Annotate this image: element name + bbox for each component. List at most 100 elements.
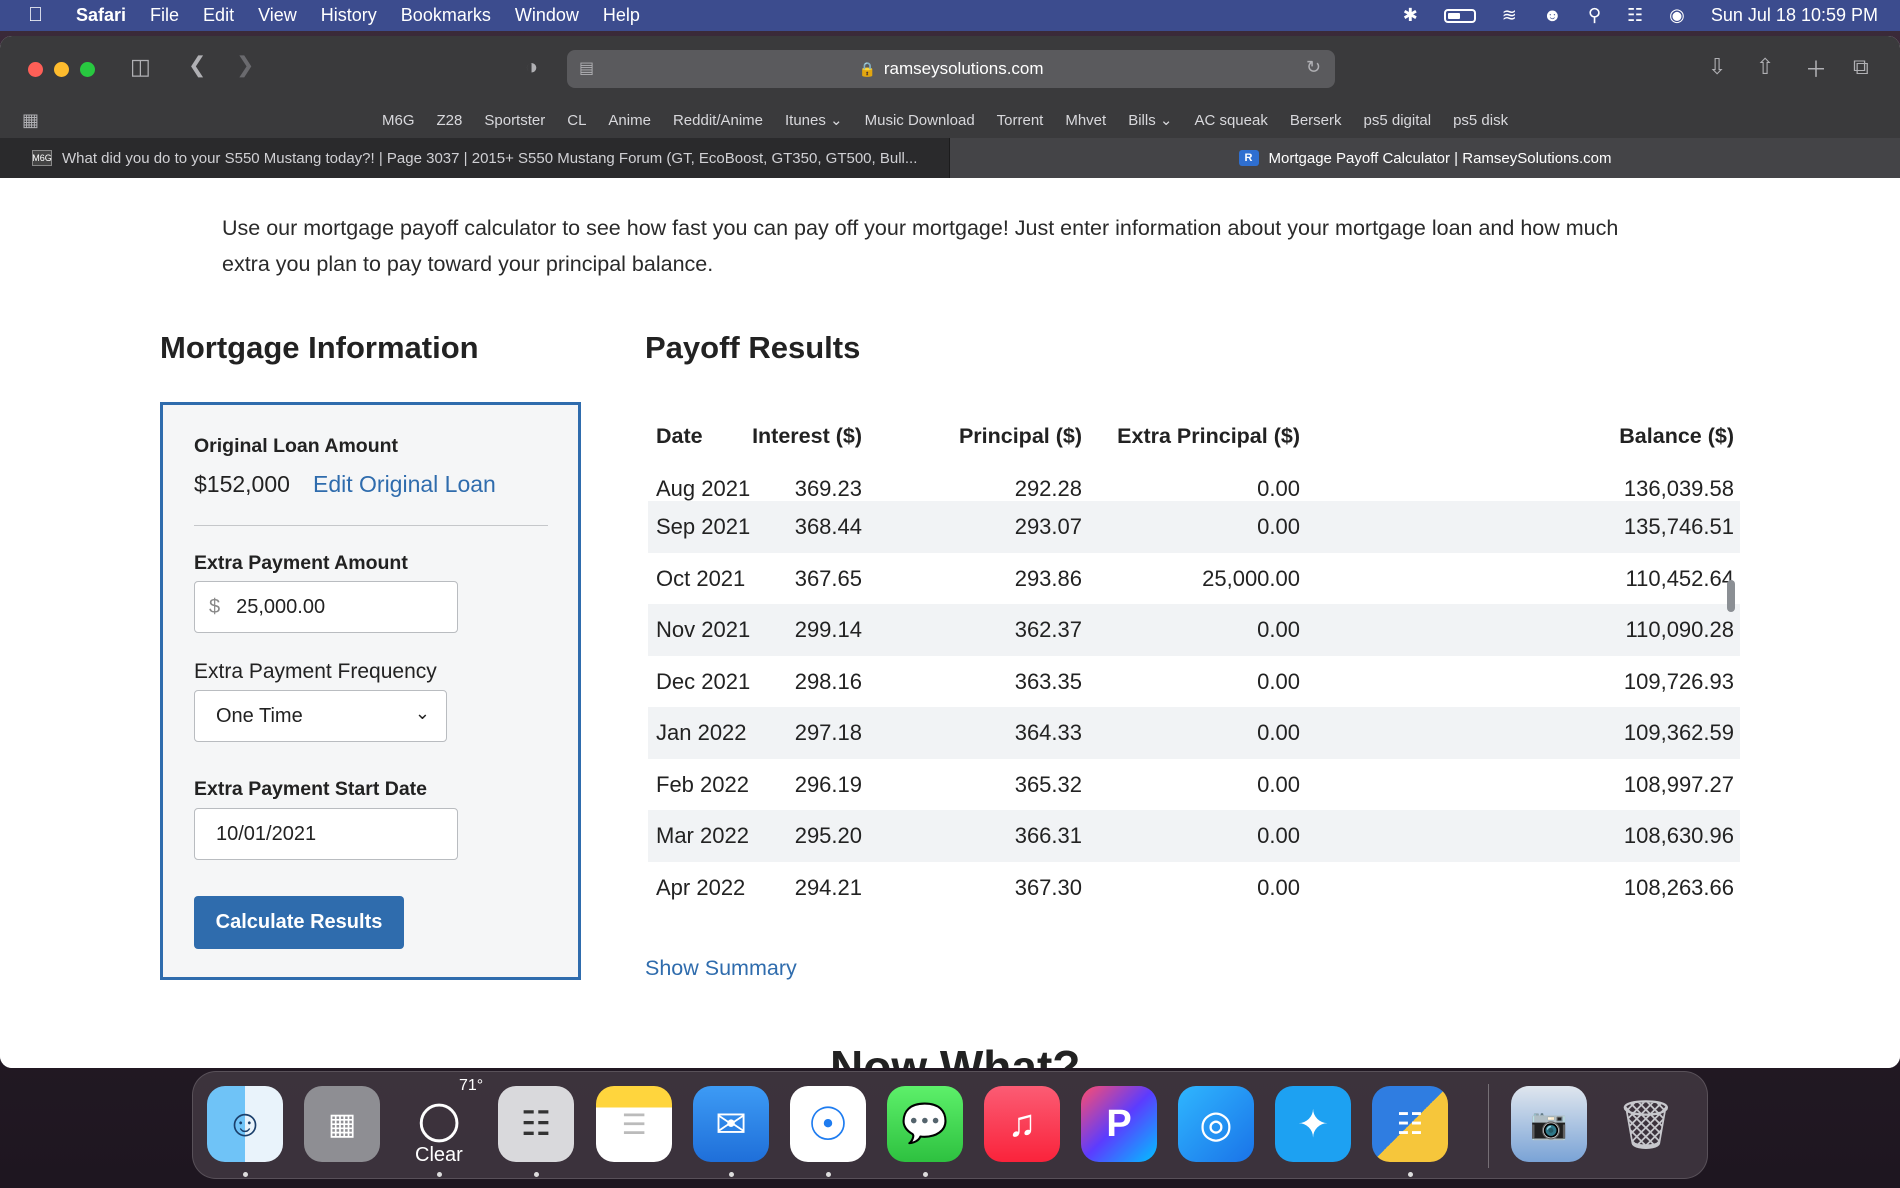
cell-extra-principal: 0.00 — [1257, 617, 1300, 642]
reload-icon[interactable]: ↻ — [1306, 57, 1321, 78]
dock: ☺ ▦ 🌕 71° Clear ☷ ☰ ✉ ☉ 💬 ♫ P ◎ ✦ ☷ 📷 🗑 — [192, 1071, 1708, 1179]
apple-menu-icon[interactable]:  — [28, 4, 50, 27]
safari-icon[interactable]: ☉ — [790, 1086, 866, 1162]
start-date-value[interactable]: 10/01/2021 — [216, 823, 316, 846]
currency-symbol: $ — [209, 595, 221, 618]
edit-original-loan-link[interactable]: Edit Original Loan — [313, 471, 496, 498]
back-arrow-icon[interactable]: ❮ — [188, 52, 206, 78]
cell-interest: 296.19 — [794, 771, 862, 797]
show-summary-link[interactable]: Show Summary — [645, 956, 797, 981]
cell-interest: 295.20 — [794, 823, 862, 848]
bookmark-item[interactable]: Reddit/Anime — [673, 112, 763, 129]
tab-mustang-forum[interactable]: M6G What did you do to your S550 Mustang… — [0, 138, 950, 178]
bookmark-item[interactable]: Berserk — [1290, 112, 1342, 129]
close-window-button[interactable] — [28, 61, 43, 77]
bookmark-item[interactable]: Music Download — [865, 112, 975, 129]
tab-mortgage-calculator[interactable]: R Mortgage Payoff Calculator | RamseySol… — [950, 138, 1900, 178]
photos-folder-icon[interactable]: 📷 — [1511, 1086, 1587, 1162]
payoff-results-table[interactable]: Aug 2021 369.23 292.28 0.00 136,039.58 S… — [648, 408, 1740, 908]
running-indicator — [534, 1172, 539, 1177]
bookmark-folder[interactable]: Itunes ⌄ — [785, 111, 843, 129]
cell-extra-principal: 0.00 — [1257, 668, 1300, 694]
bookmark-item[interactable]: AC squeak — [1194, 112, 1267, 129]
messages-icon[interactable]: 💬 — [887, 1086, 963, 1162]
share-icon[interactable]: ⇧ — [1756, 54, 1774, 80]
cell-principal: 293.86 — [1014, 565, 1082, 591]
menu-view[interactable]: View — [258, 5, 297, 26]
siri-icon[interactable]: ◉ — [1669, 5, 1685, 26]
menu-bookmarks[interactable]: Bookmarks — [401, 5, 491, 26]
spotlight-search-icon[interactable]: ⚲ — [1588, 5, 1601, 26]
menu-history[interactable]: History — [321, 5, 377, 26]
cell-balance: 108,997.27 — [1623, 771, 1734, 797]
bookmark-item[interactable]: ps5 digital — [1364, 112, 1432, 129]
notes-icon[interactable]: ☰ — [596, 1086, 672, 1162]
favorites-grid-icon[interactable]: ▦ — [22, 110, 39, 131]
trash-icon[interactable]: 🗑 — [1608, 1086, 1684, 1162]
menu-help[interactable]: Help — [603, 5, 640, 26]
pandora-icon[interactable]: P — [1081, 1086, 1157, 1162]
extra-payment-amount-input[interactable]: $ 25,000.00 — [194, 581, 458, 633]
running-indicator — [923, 1172, 928, 1177]
menu-window[interactable]: Window — [515, 5, 579, 26]
control-center-icon[interactable]: ☷ — [1627, 5, 1643, 26]
privacy-shield-icon[interactable]: ◑ — [525, 54, 538, 80]
mail-icon[interactable]: ✉ — [693, 1086, 769, 1162]
bookmark-item[interactable]: Sportster — [484, 112, 545, 129]
reader-icon[interactable]: ▤ — [579, 58, 594, 78]
cell-balance: 109,726.93 — [1623, 668, 1734, 694]
new-tab-icon[interactable]: ＋ — [1805, 52, 1827, 84]
now-what-heading: Now What? — [830, 1041, 1081, 1068]
forward-arrow-icon[interactable]: ❯ — [236, 52, 254, 78]
bookmark-item[interactable]: Torrent — [997, 112, 1044, 129]
bookmark-item[interactable]: ps5 disk — [1453, 112, 1508, 129]
url-text[interactable]: ramseysolutions.com — [884, 59, 1044, 79]
tab-overview-icon[interactable]: ⧉ — [1853, 54, 1869, 80]
twitter-icon[interactable]: ✦ — [1275, 1086, 1351, 1162]
finder-icon[interactable]: ☺ — [207, 1086, 283, 1162]
extra-payment-frequency-select[interactable]: One Time ⌄ — [194, 690, 447, 742]
bluetooth-icon[interactable]: ✱ — [1403, 5, 1418, 26]
cell-extra-principal: 0.00 — [1257, 514, 1300, 539]
user-account-icon[interactable]: ☻ — [1543, 5, 1562, 26]
wifi-icon[interactable]: ≋ — [1502, 5, 1517, 26]
bookmark-item[interactable]: Z28 — [437, 112, 463, 129]
menu-file[interactable]: File — [150, 5, 179, 26]
bookmark-item[interactable]: Mhvet — [1065, 112, 1106, 129]
extra-payment-amount-value[interactable]: 25,000.00 — [236, 596, 325, 619]
menu-app-name[interactable]: Safari — [76, 5, 126, 26]
calculator-icon[interactable]: ☷ — [498, 1086, 574, 1162]
cell-principal: 293.07 — [1014, 514, 1082, 539]
cell-extra-principal: 0.00 — [1257, 771, 1300, 797]
downloads-icon[interactable]: ⇩ — [1708, 54, 1726, 80]
menu-edit[interactable]: Edit — [203, 5, 234, 26]
extra-payment-start-date-input[interactable]: 10/01/2021 — [194, 808, 458, 860]
bookmark-item[interactable]: Anime — [608, 112, 651, 129]
cell-principal: 292.28 — [1014, 476, 1082, 501]
cell-interest: 369.23 — [794, 476, 862, 501]
table-row: Mar 2022 295.20 366.31 0.00 108,630.96 — [648, 810, 1740, 862]
forum-favicon-icon: M6G — [32, 150, 52, 166]
launchpad-icon[interactable]: ▦ — [304, 1086, 380, 1162]
form-divider — [194, 525, 548, 526]
numbers-app-icon[interactable]: ☷ — [1372, 1086, 1448, 1162]
podcast-app-icon[interactable]: ◎ — [1178, 1086, 1254, 1162]
cell-extra-principal: 0.00 — [1257, 874, 1300, 900]
music-icon[interactable]: ♫ — [984, 1086, 1060, 1162]
sidebar-toggle-icon[interactable]: ◫ — [130, 54, 151, 80]
calculate-results-button[interactable]: Calculate Results — [194, 896, 404, 949]
bookmark-item[interactable]: CL — [567, 112, 586, 129]
menu-clock[interactable]: Sun Jul 18 10:59 PM — [1711, 5, 1878, 26]
table-scrollbar[interactable] — [1727, 580, 1735, 612]
address-bar[interactable]: ▤ 🔒 ramseysolutions.com ↻ — [567, 50, 1335, 88]
bookmark-folder[interactable]: Bills ⌄ — [1128, 111, 1172, 129]
bookmark-item[interactable]: M6G — [382, 112, 415, 129]
lock-icon: 🔒 — [858, 60, 876, 77]
cell-extra-principal: 25,000.00 — [1202, 565, 1300, 591]
zoom-window-button[interactable] — [80, 61, 95, 77]
cell-principal: 363.35 — [1014, 668, 1082, 694]
battery-icon[interactable] — [1443, 8, 1476, 23]
minimize-window-button[interactable] — [54, 61, 69, 77]
table-row: Nov 2021 299.14 362.37 0.00 110,090.28 — [648, 604, 1740, 656]
cell-date: Jan 2022 — [656, 720, 747, 745]
